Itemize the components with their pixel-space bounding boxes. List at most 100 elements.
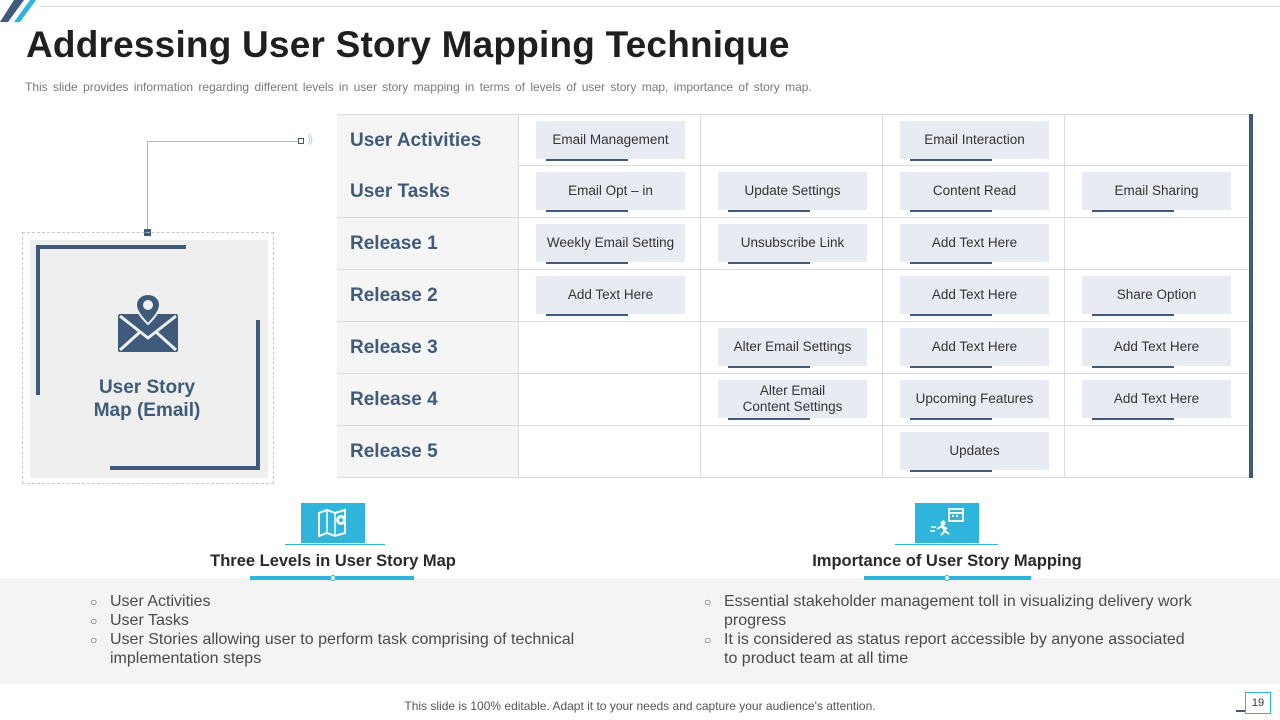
- story-card: Unsubscribe Link: [718, 224, 867, 264]
- story-card-underline: [910, 314, 992, 316]
- story-card: Email Management: [536, 121, 685, 161]
- page-subtitle: This slide provides information regardin…: [25, 80, 812, 94]
- story-card: Content Read: [900, 172, 1049, 212]
- story-card-text: Email Sharing: [1114, 183, 1199, 198]
- grid-cell: Email Sharing: [1064, 166, 1246, 217]
- grid-cell: Add Text Here: [1064, 374, 1246, 425]
- grid-cell: [1064, 115, 1246, 166]
- story-card-text: Unsubscribe Link: [740, 235, 845, 250]
- story-map-grid: User Activities Email Management Email Int…: [337, 114, 1249, 478]
- grid-cell: [518, 374, 700, 425]
- grid-cell: Updates: [882, 426, 1064, 477]
- story-map-card-label: User Story Map (Email): [60, 376, 234, 422]
- grid-row: Release 1 Weekly Email Setting Unsubscribe…: [337, 218, 1249, 270]
- story-card: Add Text Here: [536, 276, 685, 316]
- grid-cell: Email Interaction: [882, 115, 1064, 166]
- grid-cell: Add Text Here: [1064, 322, 1246, 373]
- map-pin-icon: [301, 503, 365, 543]
- story-card: Add Text Here: [1082, 380, 1231, 420]
- grid-cell: Email Management: [518, 115, 700, 166]
- levels-title: Three Levels in User Story Map: [210, 552, 456, 570]
- email-location-icon: [118, 292, 178, 352]
- story-card-underline: [910, 159, 992, 161]
- row-label: Release 1: [337, 218, 518, 269]
- importance-title: Importance of User Story Mapping: [812, 552, 1082, 570]
- grid-cell: [518, 322, 700, 373]
- story-card: Updates: [900, 432, 1049, 472]
- connector-end: [298, 138, 304, 144]
- list-item: User Stories allowing user to perform ta…: [90, 630, 590, 668]
- story-card-underline: [1092, 418, 1174, 420]
- grid-row: Release 2 Add Text Here Add Text Here Share…: [337, 270, 1249, 322]
- story-card-underline: [910, 210, 992, 212]
- grid-cell: Upcoming Features: [882, 374, 1064, 425]
- story-card-underline: [910, 470, 992, 472]
- row-label: User Activities: [337, 115, 518, 166]
- row-label: User Tasks: [337, 166, 518, 217]
- story-card-underline: [910, 366, 992, 368]
- bracket-top-left: [36, 245, 40, 395]
- card-label-line2: Map (Email): [93, 400, 201, 421]
- grid-cell: [1064, 218, 1246, 269]
- story-card-text: Add Text Here: [931, 287, 1018, 302]
- card-label-line1: User Story: [98, 377, 196, 398]
- importance-icon-underline: [895, 544, 998, 545]
- story-card-underline: [546, 159, 628, 161]
- story-card: Update Settings: [718, 172, 867, 212]
- grid-cell: Add Text Here: [518, 270, 700, 321]
- bracket-bottom-right: [256, 320, 260, 470]
- bracket-bottom-right-h: [110, 466, 260, 470]
- grid-row: User Activities Email Management Email Int…: [337, 114, 1249, 166]
- page-number: 19: [1245, 692, 1271, 714]
- story-card-text: Email Interaction: [924, 132, 1025, 147]
- story-card-text: Add Text Here: [931, 339, 1018, 354]
- story-card: Weekly Email Setting: [536, 224, 685, 264]
- grid-cell: [700, 270, 882, 321]
- connector-vertical: [147, 141, 148, 232]
- story-card: Email Sharing: [1082, 172, 1231, 212]
- chevron-right-icon: ⟩⟩: [307, 134, 313, 146]
- levels-bullets: User Activities User Tasks User Stories …: [90, 592, 590, 668]
- connector-horizontal: [147, 141, 300, 142]
- grid-row: Release 4 Alter Email Content Settings Upc…: [337, 374, 1249, 426]
- story-card-text: Email Opt – in: [568, 183, 653, 198]
- bracket-top-left-h: [36, 245, 186, 249]
- row-label: Release 2: [337, 270, 518, 321]
- story-card-text: Add Text Here: [1113, 339, 1200, 354]
- story-card-text: Alter Email Settings: [733, 339, 852, 354]
- story-card-underline: [1092, 366, 1174, 368]
- story-card-underline: [1092, 210, 1174, 212]
- story-card: Alter Email Settings: [718, 328, 867, 368]
- story-card-underline: [728, 262, 810, 264]
- story-card-text: Share Option: [1116, 287, 1197, 302]
- story-card: Add Text Here: [900, 276, 1049, 316]
- story-card-text: Update Settings: [744, 183, 841, 198]
- story-card-text: Add Text Here: [931, 235, 1018, 250]
- grid-cell: Unsubscribe Link: [700, 218, 882, 269]
- grid-cell: [700, 115, 882, 166]
- story-card-underline: [910, 262, 992, 264]
- row-label: Release 3: [337, 322, 518, 373]
- story-card-underline: [546, 262, 628, 264]
- story-card-text: Updates: [949, 443, 1000, 458]
- story-card-text: Content Read: [932, 183, 1017, 198]
- grid-row: Release 3 Alter Email Settings Add Text He…: [337, 322, 1249, 374]
- story-card-underline: [728, 366, 810, 368]
- importance-bar-dot: [944, 575, 950, 581]
- story-card-text: Alter Email Content Settings: [742, 383, 843, 414]
- story-card-underline: [910, 418, 992, 420]
- grid-cell: Add Text Here: [882, 218, 1064, 269]
- importance-bullets: Essential stakeholder management toll in…: [704, 592, 1194, 668]
- list-item: It is considered as status report access…: [704, 630, 1194, 668]
- story-card-underline: [546, 210, 628, 212]
- list-item: User Activities: [90, 592, 590, 612]
- story-card-text: Add Text Here: [567, 287, 654, 302]
- levels-bar-dot: [330, 575, 336, 581]
- story-card-text: Email Management: [552, 132, 669, 147]
- grid-cell: [700, 426, 882, 477]
- story-card: Share Option: [1082, 276, 1231, 316]
- story-card-text: Add Text Here: [1113, 391, 1200, 406]
- calendar-runner-icon: [915, 503, 979, 543]
- story-card: Add Text Here: [900, 224, 1049, 264]
- story-card-underline: [728, 210, 810, 212]
